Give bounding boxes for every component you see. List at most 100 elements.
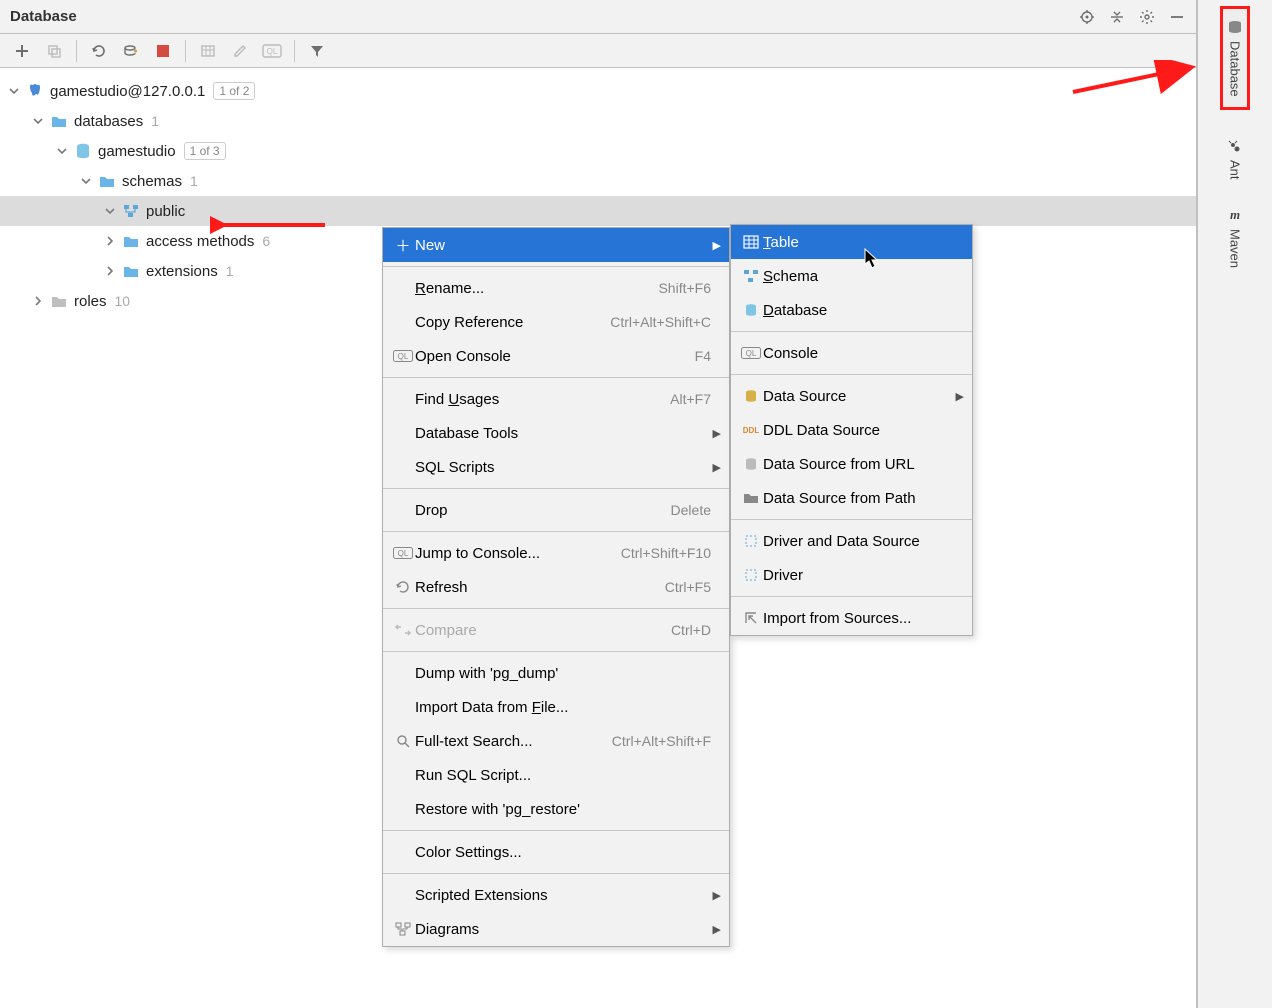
toolbar-separator <box>185 40 186 62</box>
menu-label: Data Source from URL <box>763 456 954 473</box>
gear-icon[interactable] <box>1136 6 1158 28</box>
menu-shortcut: Delete <box>671 502 711 518</box>
compare-icon <box>391 621 415 639</box>
chevron-right-icon: ▶ <box>713 461 721 474</box>
menu-separator <box>383 488 729 489</box>
menu-fulltext-search[interactable]: Full-text Search...Ctrl+Alt+Shift+F <box>383 724 729 758</box>
submenu-table[interactable]: Table <box>731 225 972 259</box>
submenu-driver[interactable]: Driver <box>731 558 972 592</box>
menu-label: Find Usages <box>415 391 640 408</box>
chevron-right-icon[interactable] <box>102 263 118 279</box>
table-button[interactable] <box>194 37 222 65</box>
minimize-icon[interactable] <box>1166 6 1188 28</box>
menu-label: Drop <box>415 502 641 519</box>
tree-label: public <box>146 203 185 220</box>
chevron-right-icon[interactable] <box>102 233 118 249</box>
submenu-datasource[interactable]: Data Source▶ <box>731 379 972 413</box>
target-icon[interactable] <box>1076 6 1098 28</box>
submenu-console[interactable]: QL Console <box>731 336 972 370</box>
chevron-down-icon[interactable] <box>30 113 46 129</box>
console-icon: QL <box>739 344 763 362</box>
stop-button[interactable] <box>149 37 177 65</box>
postgres-icon <box>26 82 44 100</box>
tree-label: schemas <box>122 173 182 190</box>
chevron-right-icon: ▶ <box>713 923 721 936</box>
tree-databases[interactable]: databases 1 <box>0 106 1196 136</box>
menu-label: DDL Data Source <box>763 422 954 439</box>
menu-label: Copy Reference <box>415 314 580 331</box>
menu-scripted-extensions[interactable]: Scripted Extensions▶ <box>383 878 729 912</box>
toolbar-separator <box>294 40 295 62</box>
menu-shortcut: Ctrl+F5 <box>665 579 711 595</box>
sidebar-database-tab[interactable]: Database <box>1220 6 1250 110</box>
tree-schema-public[interactable]: public <box>0 196 1196 226</box>
menu-import-file[interactable]: Import Data from File... <box>383 690 729 724</box>
menu-label: Rename... <box>415 280 628 297</box>
menu-shortcut: Alt+F7 <box>670 391 711 407</box>
split-icon[interactable] <box>1106 6 1128 28</box>
tree-datasource[interactable]: gamestudio@127.0.0.1 1 of 2 <box>0 76 1196 106</box>
filter-button[interactable] <box>303 37 331 65</box>
menu-separator <box>383 608 729 609</box>
chevron-down-icon[interactable] <box>54 143 70 159</box>
sidebar-ant-tab[interactable]: Ant <box>1224 130 1247 190</box>
edit-button[interactable] <box>226 37 254 65</box>
tree-database[interactable]: gamestudio 1 of 3 <box>0 136 1196 166</box>
menu-refresh[interactable]: Refresh Ctrl+F5 <box>383 570 729 604</box>
menu-separator <box>383 873 729 874</box>
console-button[interactable]: QL <box>258 37 286 65</box>
duplicate-button[interactable] <box>40 37 68 65</box>
menu-label: Database Tools <box>415 425 711 442</box>
menu-find-usages[interactable]: Find Usages Alt+F7 <box>383 382 729 416</box>
menu-drop[interactable]: Drop Delete <box>383 493 729 527</box>
menu-shortcut: Ctrl+Alt+Shift+C <box>610 314 711 330</box>
menu-label: Color Settings... <box>415 844 711 861</box>
menu-restore[interactable]: Restore with 'pg_restore' <box>383 792 729 826</box>
menu-dump[interactable]: Dump with 'pg_dump' <box>383 656 729 690</box>
chevron-right-icon: ▶ <box>713 239 721 252</box>
chevron-down-icon[interactable] <box>6 83 22 99</box>
submenu-database[interactable]: Database <box>731 293 972 327</box>
menu-color-settings[interactable]: Color Settings... <box>383 835 729 869</box>
chevron-down-icon[interactable] <box>102 203 118 219</box>
menu-new[interactable]: ＋ New ▶ <box>383 228 729 262</box>
tree-label: extensions <box>146 263 218 280</box>
panel-titlebar: Database <box>0 0 1196 34</box>
submenu-driver-ds[interactable]: Driver and Data Source <box>731 524 972 558</box>
menu-label: Refresh <box>415 579 635 596</box>
menu-copy-reference[interactable]: Copy Reference Ctrl+Alt+Shift+C <box>383 305 729 339</box>
chevron-down-icon[interactable] <box>78 173 94 189</box>
add-button[interactable] <box>8 37 36 65</box>
tree-count: 10 <box>115 293 131 309</box>
menu-label: Import Data from File... <box>415 699 711 716</box>
refresh-button[interactable] <box>85 37 113 65</box>
chevron-right-icon[interactable] <box>30 293 46 309</box>
table-icon <box>739 233 763 251</box>
tree-label: gamestudio <box>98 143 176 160</box>
tree-schemas[interactable]: schemas 1 <box>0 166 1196 196</box>
menu-separator <box>731 374 972 375</box>
submenu-import-sources[interactable]: Import from Sources... <box>731 601 972 635</box>
import-icon <box>739 609 763 627</box>
schema-icon <box>739 267 763 285</box>
menu-label: Driver <box>763 567 954 584</box>
menu-sql-scripts[interactable]: SQL Scripts▶ <box>383 450 729 484</box>
submenu-schema[interactable]: Schema <box>731 259 972 293</box>
menu-database-tools[interactable]: Database Tools▶ <box>383 416 729 450</box>
submenu-url[interactable]: Data Source from URL <box>731 447 972 481</box>
menu-rename[interactable]: Rename... Shift+F6 <box>383 271 729 305</box>
driver-icon <box>739 566 763 584</box>
tree-count: 1 <box>151 113 159 129</box>
database-toolbar: QL <box>0 34 1196 68</box>
sidebar-maven-tab[interactable]: m Maven <box>1224 197 1247 278</box>
folder-icon <box>122 262 140 280</box>
menu-run-sql[interactable]: Run SQL Script... <box>383 758 729 792</box>
menu-open-console[interactable]: QL Open ConsoleF4 <box>383 339 729 373</box>
submenu-path[interactable]: Data Source from Path <box>731 481 972 515</box>
submenu-ddl[interactable]: DDL DDL Data Source <box>731 413 972 447</box>
svg-text:QL: QL <box>398 352 409 361</box>
menu-jump-console[interactable]: QL Jump to Console...Ctrl+Shift+F10 <box>383 536 729 570</box>
sync-button[interactable] <box>117 37 145 65</box>
refresh-icon <box>391 578 415 596</box>
menu-diagrams[interactable]: Diagrams▶ <box>383 912 729 946</box>
